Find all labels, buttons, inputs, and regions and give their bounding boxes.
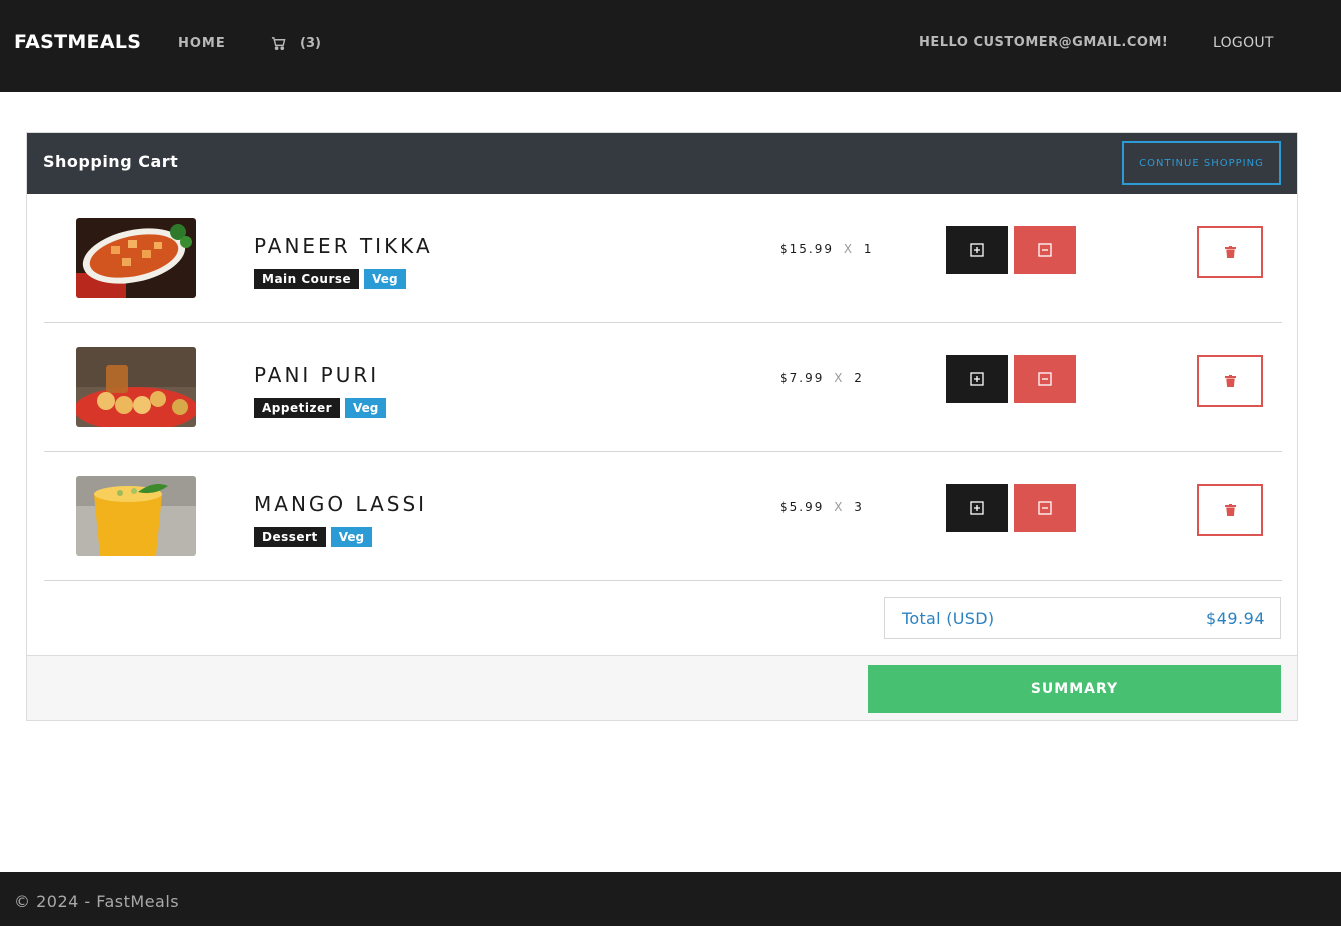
decrease-qty-button[interactable] bbox=[1014, 226, 1076, 274]
multiply-sign: X bbox=[834, 371, 845, 385]
multiply-sign: X bbox=[834, 500, 845, 514]
shopping-cart-card: Shopping Cart CONTINUE SHOPPING PANEER T… bbox=[26, 132, 1298, 721]
item-tags: Dessert Veg bbox=[254, 527, 373, 547]
cart-item: PANI PURI Appetizer Veg $7.99 X 2 bbox=[44, 323, 1282, 452]
item-price-qty: $15.99 X 1 bbox=[780, 242, 874, 256]
brand-logo[interactable]: FASTMEALS bbox=[14, 31, 141, 53]
minus-square-icon bbox=[1038, 243, 1052, 257]
diet-badge: Veg bbox=[345, 398, 387, 418]
cart-header: Shopping Cart CONTINUE SHOPPING bbox=[27, 133, 1297, 194]
minus-square-icon bbox=[1038, 501, 1052, 515]
trash-icon bbox=[1224, 375, 1236, 387]
category-badge: Main Course bbox=[254, 269, 360, 289]
logout-link[interactable]: LOGOUT bbox=[1213, 35, 1274, 51]
page-footer: © 2024 - FastMeals bbox=[0, 872, 1341, 926]
navbar: FASTMEALS HOME (3) HELLO CUSTOMER@GMAIL.… bbox=[0, 0, 1341, 92]
plus-square-icon bbox=[970, 372, 984, 386]
item-price-qty: $7.99 X 2 bbox=[780, 371, 864, 385]
item-price: $15.99 bbox=[780, 242, 834, 256]
total-value: $49.94 bbox=[1206, 609, 1265, 628]
item-name: PANI PURI bbox=[254, 363, 380, 387]
decrease-qty-button[interactable] bbox=[1014, 355, 1076, 403]
copyright-text: © 2024 - FastMeals bbox=[14, 892, 180, 911]
increase-qty-button[interactable] bbox=[946, 355, 1008, 403]
category-badge: Dessert bbox=[254, 527, 326, 547]
nav-home-link[interactable]: HOME bbox=[178, 36, 226, 51]
diet-badge: Veg bbox=[330, 527, 373, 547]
minus-square-icon bbox=[1038, 372, 1052, 386]
cart-total: Total (USD) $49.94 bbox=[884, 597, 1281, 639]
user-greeting: HELLO CUSTOMER@GMAIL.COM! bbox=[919, 35, 1169, 50]
pani-puri-image bbox=[76, 347, 196, 427]
summary-button[interactable]: SUMMARY bbox=[868, 665, 1281, 713]
multiply-sign: X bbox=[843, 242, 855, 256]
item-image-paneer-tikka bbox=[76, 218, 196, 298]
item-price: $5.99 bbox=[780, 500, 825, 514]
remove-item-button[interactable] bbox=[1197, 355, 1263, 407]
item-image-pani-puri bbox=[76, 347, 196, 427]
trash-icon bbox=[1224, 504, 1236, 516]
item-name: MANGO LASSI bbox=[254, 492, 428, 516]
nav-cart-link[interactable]: (3) bbox=[271, 36, 321, 51]
decrease-qty-button[interactable] bbox=[1014, 484, 1076, 532]
remove-item-button[interactable] bbox=[1197, 226, 1263, 278]
plus-square-icon bbox=[970, 501, 984, 515]
increase-qty-button[interactable] bbox=[946, 226, 1008, 274]
item-qty: 1 bbox=[863, 242, 874, 256]
item-name: PANEER TIKKA bbox=[254, 234, 433, 258]
cart-count: (3) bbox=[300, 36, 321, 51]
item-tags: Main Course Veg bbox=[254, 269, 406, 289]
diet-badge: Veg bbox=[364, 269, 406, 289]
cart-footer: SUMMARY bbox=[27, 655, 1297, 720]
plus-square-icon bbox=[970, 243, 984, 257]
trash-icon bbox=[1224, 246, 1236, 258]
continue-shopping-button[interactable]: CONTINUE SHOPPING bbox=[1122, 141, 1281, 185]
item-image-mango-lassi bbox=[76, 476, 196, 556]
mango-lassi-image bbox=[76, 476, 196, 556]
paneer-tikka-image bbox=[76, 218, 196, 298]
increase-qty-button[interactable] bbox=[946, 484, 1008, 532]
item-price: $7.99 bbox=[780, 371, 825, 385]
category-badge: Appetizer bbox=[254, 398, 340, 418]
remove-item-button[interactable] bbox=[1197, 484, 1263, 536]
total-label: Total (USD) bbox=[902, 609, 995, 628]
item-qty: 3 bbox=[854, 500, 864, 514]
item-price-qty: $5.99 X 3 bbox=[780, 500, 864, 514]
item-tags: Appetizer Veg bbox=[254, 398, 387, 418]
item-qty: 2 bbox=[854, 371, 864, 385]
cart-title: Shopping Cart bbox=[43, 152, 179, 171]
cart-item: PANEER TIKKA Main Course Veg $15.99 X 1 bbox=[44, 194, 1282, 323]
cart-icon bbox=[271, 37, 286, 51]
cart-item: MANGO LASSI Dessert Veg $5.99 X 3 bbox=[44, 452, 1282, 581]
